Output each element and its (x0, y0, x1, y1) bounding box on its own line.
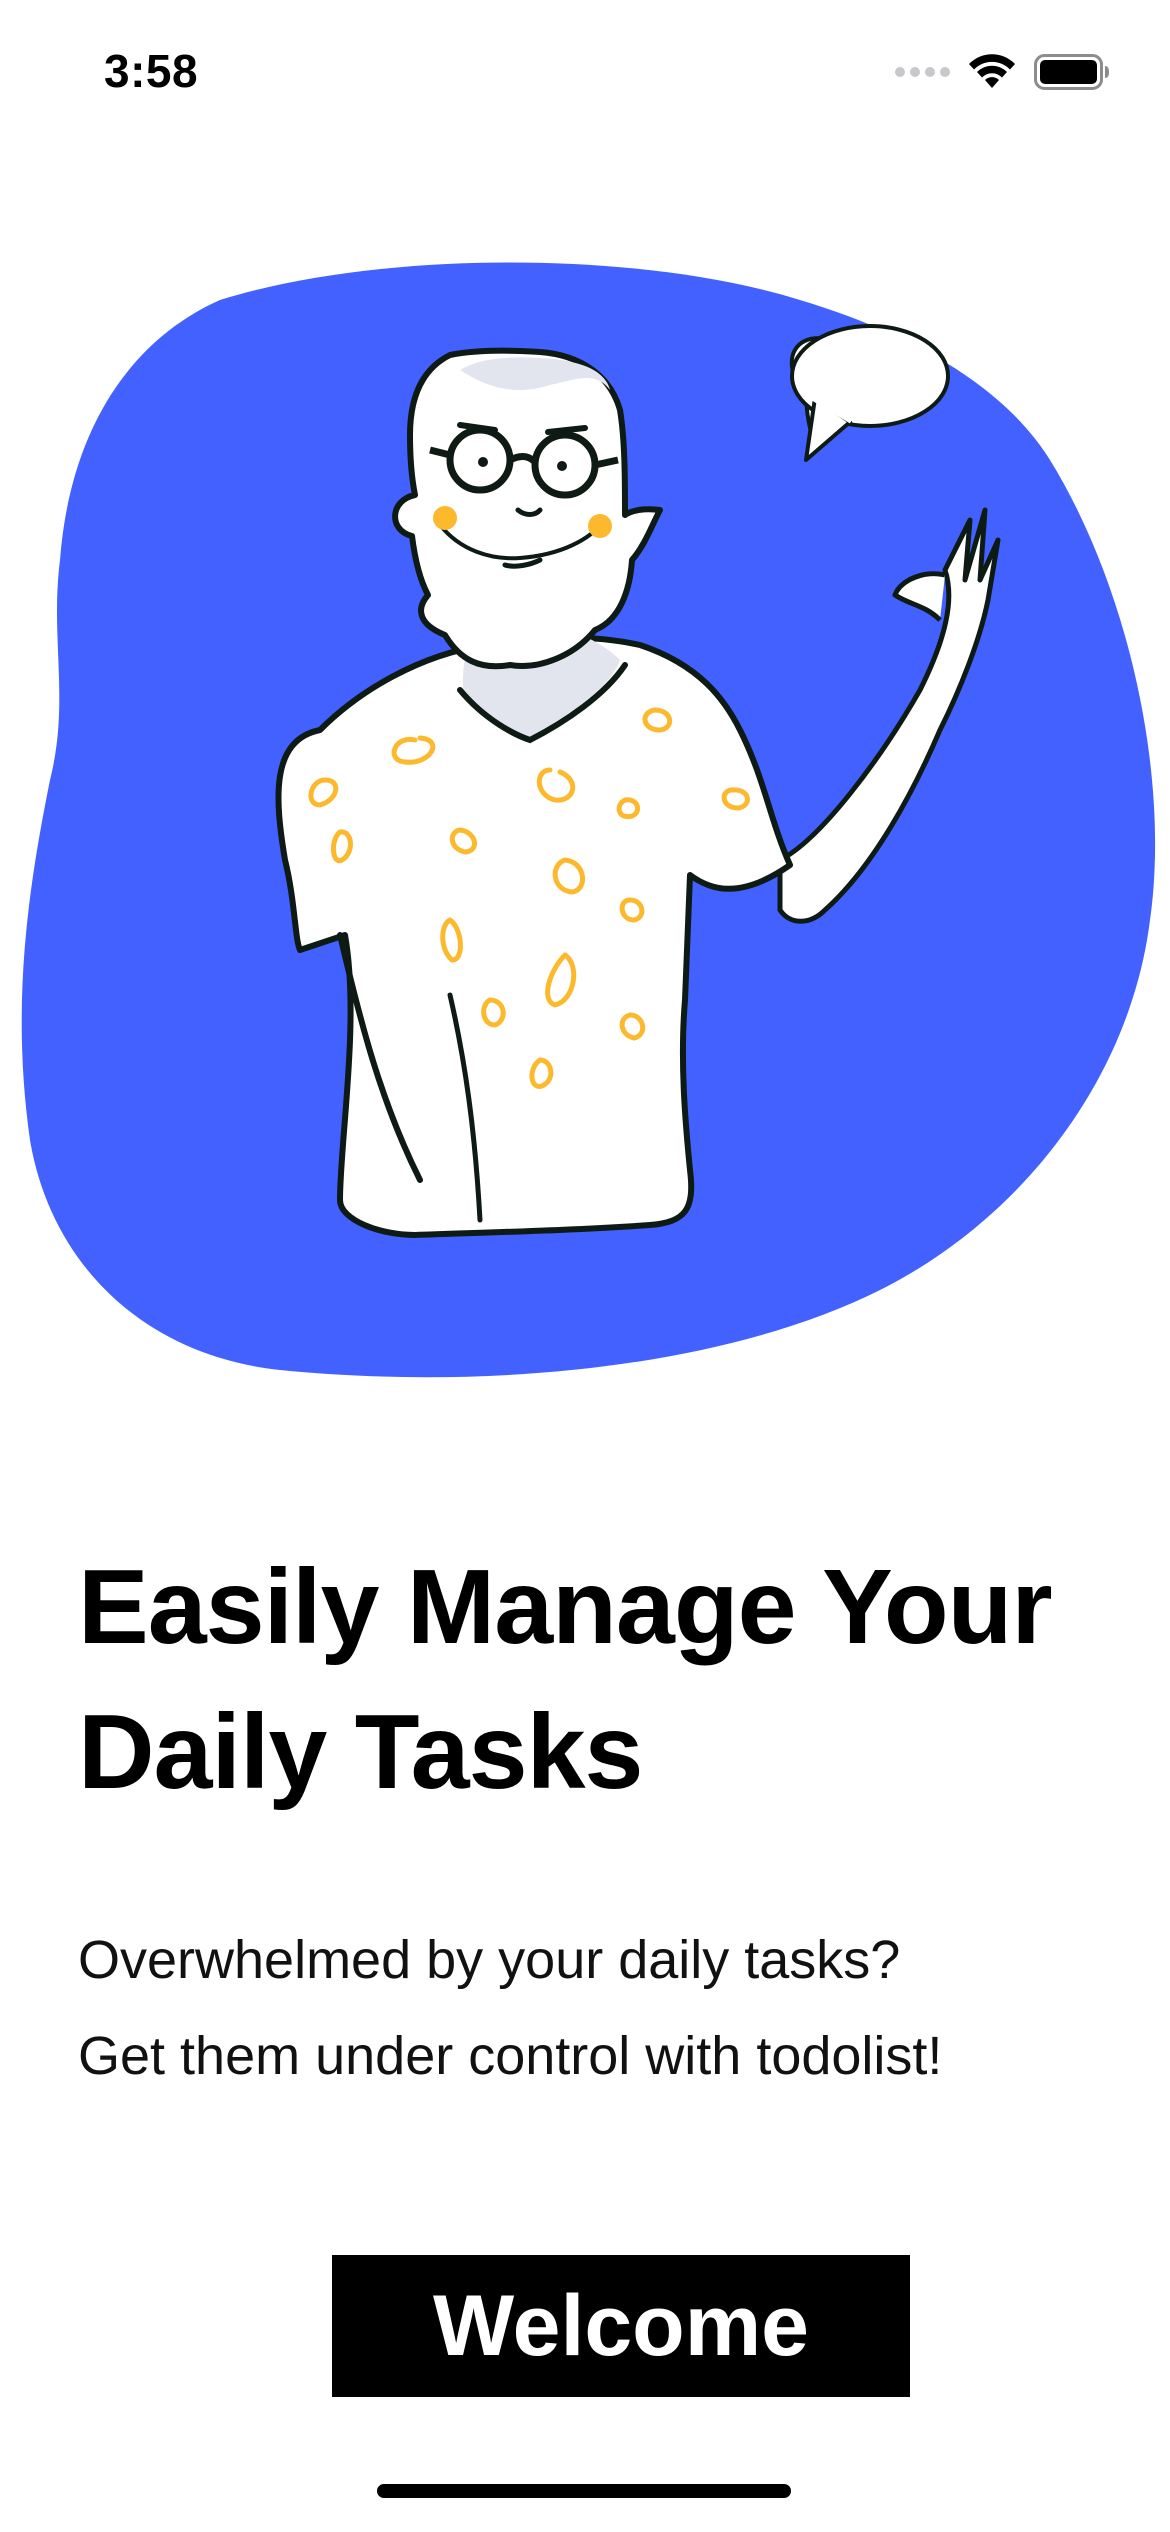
cheek-right (588, 514, 612, 538)
page-title: Easily Manage Your Daily Tasks (78, 1535, 1138, 1825)
headline-line-2: Daily Tasks (78, 1693, 643, 1811)
subtitle: Overwhelmed by your daily tasks? Get the… (78, 1912, 1138, 2104)
wifi-icon (969, 54, 1015, 88)
welcome-button[interactable]: Welcome (332, 2255, 910, 2397)
battery-icon (1034, 54, 1109, 90)
headline-line-1: Easily Manage Your (78, 1548, 1053, 1666)
cheek-left (433, 506, 457, 530)
person-waving-illustration (21, 262, 1156, 1378)
status-icons (895, 52, 1110, 92)
subtitle-line-2: Get them under control with todolist! (78, 2026, 943, 2086)
home-indicator[interactable] (377, 2484, 791, 2498)
cellular-signal-icon (895, 67, 950, 77)
subtitle-line-1: Overwhelmed by your daily tasks? (78, 1930, 901, 1990)
status-bar: 3:58 (0, 0, 1170, 130)
status-time: 3:58 (104, 45, 199, 97)
